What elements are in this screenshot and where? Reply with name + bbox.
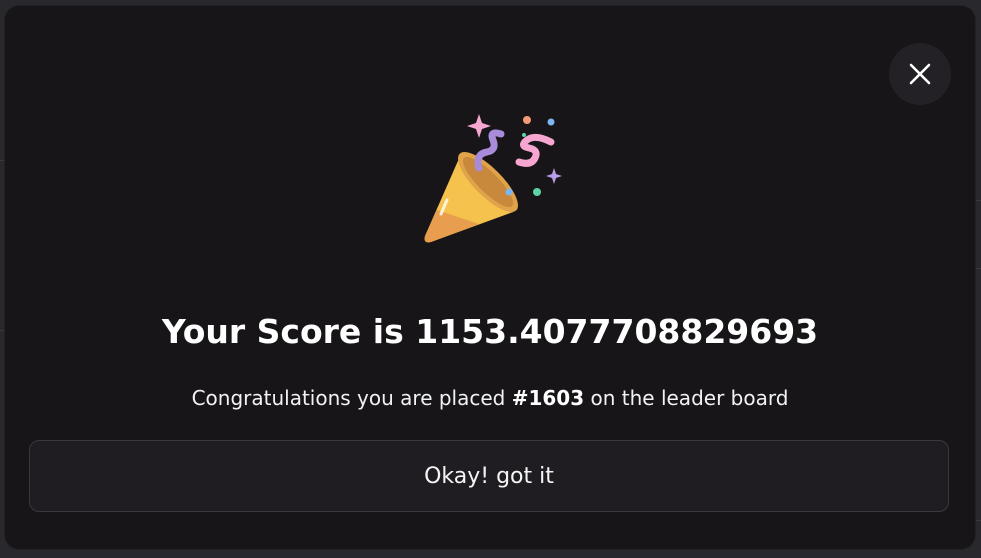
score-value: 1153.4077708829693 — [415, 312, 819, 351]
score-dialog: Your Score is 1153.4077708829693 Congrat… — [5, 6, 975, 549]
message-prefix: Congratulations you are placed — [191, 386, 512, 410]
leaderboard-message: Congratulations you are placed #1603 on … — [5, 386, 975, 410]
message-suffix: on the leader board — [584, 386, 789, 410]
close-icon — [909, 63, 931, 85]
rank-value: #1603 — [511, 386, 585, 410]
background-divider — [975, 200, 981, 201]
party-popper-icon — [424, 114, 562, 243]
confirm-button[interactable]: Okay! got it — [29, 440, 949, 512]
score-title: Your Score is 1153.4077708829693 — [5, 312, 975, 351]
background-divider — [975, 268, 981, 269]
confirm-button-label: Okay! got it — [424, 463, 554, 489]
score-label: Your Score is — [161, 312, 416, 351]
close-button[interactable] — [889, 43, 951, 105]
background-divider — [975, 520, 981, 521]
